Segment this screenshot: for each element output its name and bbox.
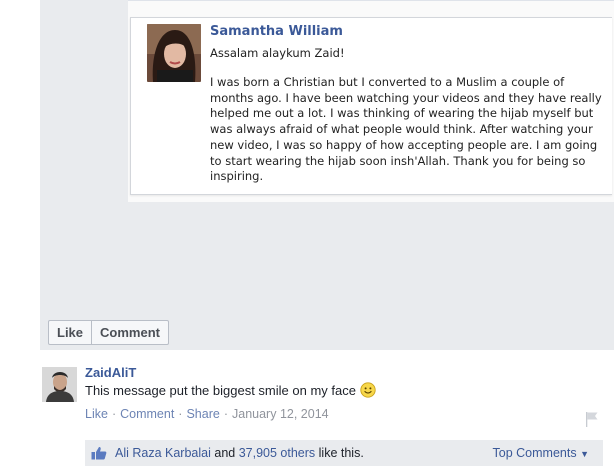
comment-reply-link[interactable]: Comment (120, 407, 174, 421)
comment-body: This message put the biggest smile on my… (85, 382, 356, 398)
message-greeting: Assalam alaykum Zaid! (210, 46, 345, 60)
liker-name-link[interactable]: Ali Raza Karbalai (115, 446, 211, 460)
facebook-post: Samantha William Assalam alaykum Zaid! I… (0, 0, 614, 470)
separator: · (223, 407, 228, 421)
comment-date[interactable]: January 12, 2014 (232, 407, 329, 421)
message-body: I was born a Christian but I converted t… (210, 75, 602, 184)
likes-summary: Ali Raza Karbalai and 37,905 others like… (85, 440, 603, 466)
top-comments-label: Top Comments (492, 446, 577, 460)
comment-button[interactable]: Comment (91, 321, 168, 344)
commenter-name[interactable]: ZaidAliT (85, 365, 136, 380)
top-comments-dropdown[interactable]: Top Comments ▼ (493, 446, 589, 460)
dropdown-arrow-icon: ▼ (580, 449, 589, 459)
like-button[interactable]: Like (49, 321, 91, 344)
message-card: Samantha William Assalam alaykum Zaid! I… (130, 17, 612, 195)
post-action-bar: Like Comment (48, 320, 169, 345)
commenter-avatar[interactable] (42, 367, 77, 402)
likes-suffix: like this. (318, 446, 364, 460)
comment-like-link[interactable]: Like (85, 407, 108, 421)
comment-actions: Like · Comment · Share · January 12, 2014 (85, 407, 329, 421)
comment-text: This message put the biggest smile on my… (85, 382, 376, 398)
others-likes-link[interactable]: 37,905 others (239, 446, 315, 460)
separator: · (111, 407, 117, 421)
smiley-icon (360, 382, 376, 398)
separator: · (178, 407, 183, 421)
sender-avatar (147, 24, 201, 82)
comment-share-link[interactable]: Share (186, 407, 219, 421)
likes-text: Ali Raza Karbalai and 37,905 others like… (115, 446, 364, 460)
thumbs-up-icon (91, 447, 107, 460)
likes-and: and (214, 446, 236, 460)
flag-icon[interactable] (585, 411, 599, 427)
shared-screenshot[interactable]: Samantha William Assalam alaykum Zaid! I… (128, 0, 614, 202)
sender-name[interactable]: Samantha William (210, 24, 343, 39)
